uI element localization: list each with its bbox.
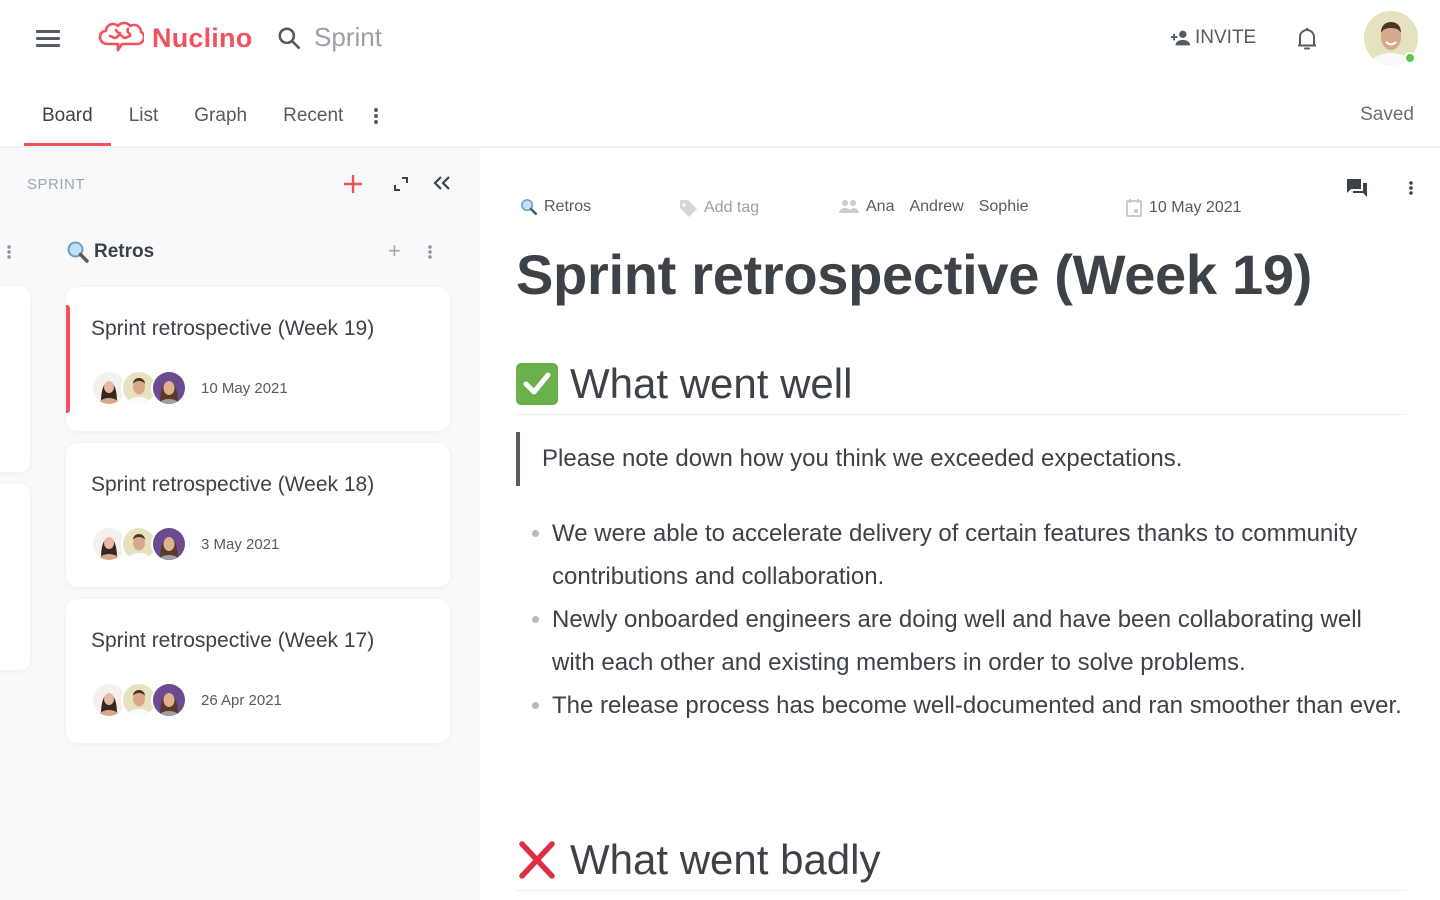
add-item-button[interactable]	[342, 173, 364, 200]
expand-icon	[394, 177, 408, 191]
invite-label: INVITE	[1195, 27, 1257, 48]
double-chevron-left-icon	[433, 176, 450, 190]
card-members	[91, 370, 187, 406]
column-header[interactable]: Retros	[66, 240, 154, 264]
list-item[interactable]: We were able to accelerate delivery of c…	[530, 512, 1410, 598]
section-heading-text: What went badly	[570, 836, 881, 883]
plus-icon	[344, 175, 362, 193]
card-date: 3 May 2021	[201, 536, 280, 553]
section-heading-text: What went well	[570, 360, 853, 407]
document-date: 10 May 2021	[1149, 199, 1242, 216]
avatar-sophie	[151, 526, 187, 562]
collapse-sidebar-button[interactable]	[433, 175, 451, 196]
invite-button[interactable]: INVITE	[1170, 27, 1256, 49]
board-card[interactable]: Sprint retrospective (Week 19) 10 May 20…	[66, 287, 450, 431]
check-mark-icon	[516, 363, 558, 405]
board-card[interactable]: Sprint retrospective (Week 17) 26 Apr 20…	[66, 599, 450, 743]
previous-column-card[interactable]	[0, 286, 30, 472]
top-bar: Nuclino Sprint INVITE	[0, 0, 1440, 78]
workspace-title: SPRINT	[27, 176, 86, 193]
notifications-button[interactable]	[1295, 26, 1319, 57]
card-title: Sprint retrospective (Week 18)	[91, 473, 375, 496]
collection-link[interactable]: Retros	[520, 198, 591, 216]
card-date: 10 May 2021	[201, 380, 288, 397]
avatar-sophie	[151, 682, 187, 718]
tab-graph[interactable]: Graph	[176, 94, 265, 146]
list-item[interactable]: Newly onboarded engineers are doing well…	[530, 598, 1410, 684]
add-person-icon	[1170, 30, 1191, 46]
card-members	[91, 682, 187, 718]
document-title[interactable]: Sprint retrospective (Week 19)	[516, 242, 1312, 307]
section-heading[interactable]: What went well	[516, 360, 1407, 415]
board-sidebar: SPRINT Retros + Sprint retrospective (We…	[0, 148, 480, 900]
collection-name: Retros	[544, 198, 592, 215]
app-name: Nuclino	[152, 22, 253, 53]
view-tabs: Board List Graph Recent	[24, 94, 391, 146]
cross-mark-icon	[516, 839, 558, 881]
quote-text: Please note down how you think we exceed…	[542, 445, 1183, 472]
tab-board[interactable]: Board	[24, 94, 111, 146]
tab-recent[interactable]: Recent	[265, 94, 361, 146]
document-more-button[interactable]	[1408, 180, 1414, 201]
members-list[interactable]: Ana Andrew Sophie	[838, 198, 1038, 216]
save-status: Saved	[1360, 104, 1414, 125]
board-card[interactable]: Sprint retrospective (Week 18) 3 May 202…	[66, 443, 450, 587]
column-more-button[interactable]	[427, 244, 433, 265]
card-title: Sprint retrospective (Week 19)	[91, 317, 375, 340]
search-icon	[278, 26, 301, 49]
tab-list[interactable]: List	[111, 94, 177, 146]
magnifier-emoji-icon	[67, 241, 89, 263]
bullet-list: We were able to accelerate delivery of c…	[530, 512, 1410, 727]
people-icon	[839, 200, 859, 213]
list-item[interactable]: The release process has become well-docu…	[530, 684, 1410, 727]
previous-column-card[interactable]	[0, 484, 30, 670]
document-meta: Retros Add tag Ana Andrew Sophie 10 May …	[520, 198, 1280, 222]
search-bar[interactable]: Sprint	[276, 22, 382, 53]
comments-button[interactable]	[1346, 178, 1368, 203]
more-vertical-icon	[1409, 181, 1413, 195]
document-pane: Retros Add tag Ana Andrew Sophie 10 May …	[480, 148, 1440, 900]
more-vertical-icon	[428, 245, 432, 259]
more-vertical-icon	[7, 245, 11, 259]
previous-column-menu[interactable]	[6, 244, 12, 265]
member-name: Sophie	[978, 198, 1029, 215]
online-status-indicator	[1404, 52, 1416, 64]
menu-icon[interactable]	[36, 30, 60, 48]
card-title: Sprint retrospective (Week 17)	[91, 629, 375, 652]
tag-icon	[680, 200, 697, 217]
comments-icon	[1347, 179, 1367, 197]
card-date: 26 Apr 2021	[201, 692, 282, 709]
tabs-more-button[interactable]	[361, 94, 391, 138]
bell-icon	[1298, 28, 1316, 50]
card-members	[91, 526, 187, 562]
calendar-icon	[1126, 199, 1142, 217]
expand-button[interactable]	[393, 176, 409, 197]
brain-logo-icon	[98, 21, 144, 52]
magnifier-emoji-icon	[521, 199, 538, 216]
column-add-button[interactable]: +	[388, 240, 401, 262]
section-heading[interactable]: What went badly	[516, 836, 1407, 891]
member-name: Ana	[866, 198, 895, 215]
column-title: Retros	[94, 241, 155, 262]
avatar-sophie	[151, 370, 187, 406]
add-tag-label: Add tag	[704, 199, 760, 216]
date-field[interactable]: 10 May 2021	[1125, 198, 1242, 218]
add-tag-button[interactable]: Add tag	[678, 198, 759, 218]
member-name: Andrew	[909, 198, 964, 215]
blockquote[interactable]: Please note down how you think we exceed…	[516, 432, 1182, 486]
search-query[interactable]: Sprint	[314, 22, 382, 53]
app-logo[interactable]: Nuclino	[98, 20, 252, 56]
more-vertical-icon	[374, 108, 379, 124]
